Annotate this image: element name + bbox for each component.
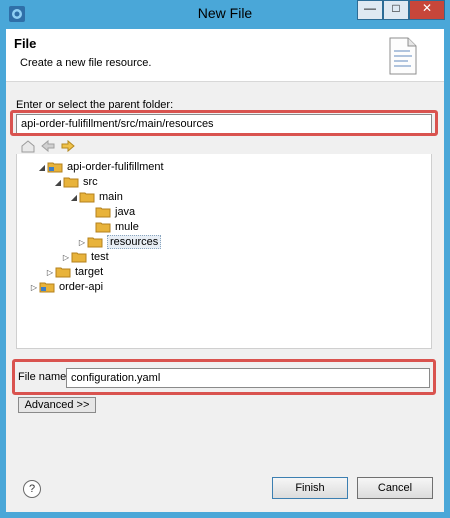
title-bar[interactable]: New File — □ ✕ xyxy=(0,0,450,28)
folder-icon xyxy=(87,237,103,248)
home-icon[interactable] xyxy=(20,139,36,153)
dialog-body: File Create a new file resource. Enter o… xyxy=(6,29,444,512)
tree-node-label: mule xyxy=(115,221,139,233)
maximize-button[interactable]: □ xyxy=(383,0,409,20)
folder-icon xyxy=(55,267,71,278)
collapsed-arrow-icon[interactable]: ▷ xyxy=(77,238,87,247)
expanded-arrow-icon[interactable]: ◢ xyxy=(37,163,47,172)
folder-icon xyxy=(95,222,111,233)
tree-node-project[interactable]: ◢ api-order-fulifillment xyxy=(37,159,164,175)
collapsed-arrow-icon[interactable]: ▷ xyxy=(29,283,39,292)
tree-node-label: api-order-fulifillment xyxy=(67,161,164,173)
minimize-button[interactable]: — xyxy=(357,0,383,20)
tree-node-mule[interactable]: mule xyxy=(85,219,139,235)
page-title: File xyxy=(14,36,37,51)
tree-node-label: main xyxy=(99,191,123,203)
folder-icon xyxy=(95,207,111,218)
tree-node-target[interactable]: ▷ target xyxy=(45,264,103,280)
tree-node-test[interactable]: ▷ test xyxy=(61,249,109,265)
help-icon[interactable]: ? xyxy=(23,480,41,498)
tree-node-label: java xyxy=(115,206,136,218)
new-file-dialog: New File — □ ✕ File Create a new file re… xyxy=(0,0,450,518)
back-arrow-icon[interactable] xyxy=(40,139,56,153)
collapsed-arrow-icon[interactable]: ▷ xyxy=(61,253,71,262)
tree-node-label: target xyxy=(75,266,104,278)
tree-node-resources[interactable]: ▷ resources xyxy=(77,234,162,250)
file-name-highlight xyxy=(12,359,436,395)
folder-icon xyxy=(79,192,95,203)
wizard-header: File Create a new file resource. xyxy=(6,29,444,82)
expanded-arrow-icon[interactable]: ◢ xyxy=(53,178,63,187)
tree-node-label: test xyxy=(91,251,109,263)
forward-arrow-icon[interactable] xyxy=(60,139,76,153)
expanded-arrow-icon[interactable]: ◢ xyxy=(69,193,79,202)
folder-icon xyxy=(63,177,79,188)
tree-node-label: resources xyxy=(107,235,162,249)
advanced-button[interactable]: Advanced >> xyxy=(18,397,96,413)
project-folder-icon xyxy=(39,282,55,293)
finish-button[interactable]: Finish xyxy=(272,477,348,499)
folder-tree[interactable]: ◢ api-order-fulifillment ◢ src ◢ main ja… xyxy=(16,154,432,349)
tree-node-main[interactable]: ◢ main xyxy=(69,189,123,205)
tree-node-label: src xyxy=(83,176,98,188)
tree-node-src[interactable]: ◢ src xyxy=(53,174,98,190)
tree-node-order-api[interactable]: ▷ order-api xyxy=(29,279,103,295)
cancel-button[interactable]: Cancel xyxy=(357,477,433,499)
page-description: Create a new file resource. xyxy=(20,57,152,69)
new-file-wizard-icon xyxy=(389,37,417,75)
collapsed-arrow-icon[interactable]: ▷ xyxy=(45,268,55,277)
parent-folder-highlight xyxy=(10,110,438,136)
close-button[interactable]: ✕ xyxy=(409,0,445,20)
tree-node-label: order-api xyxy=(59,281,104,293)
folder-icon xyxy=(71,252,87,263)
project-folder-icon xyxy=(47,162,63,173)
tree-node-java[interactable]: java xyxy=(85,204,135,220)
